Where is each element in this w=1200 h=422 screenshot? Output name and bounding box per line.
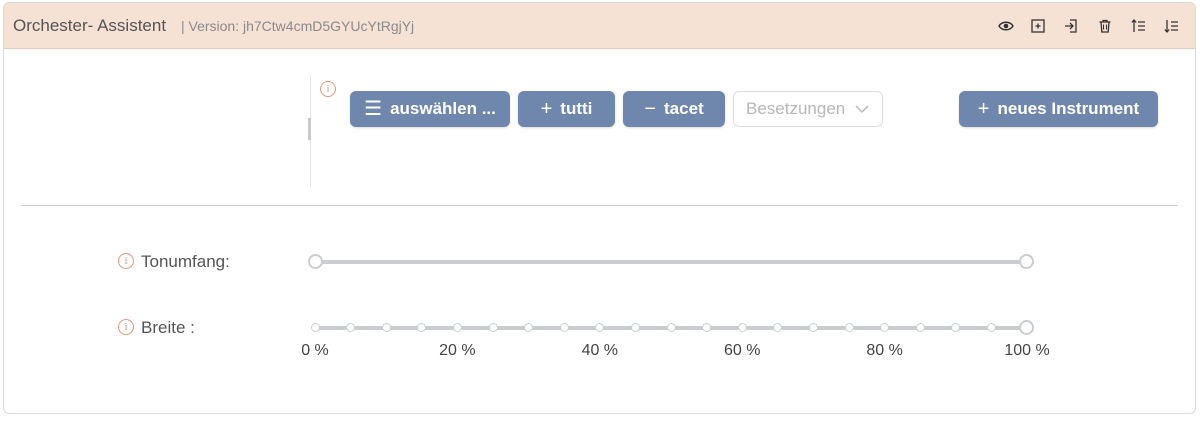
breite-label: Breite : [141, 318, 195, 337]
panel-header: Orchester- Assistent | Version: jh7Ctw4c… [4, 3, 1195, 49]
breite-step-dot[interactable] [524, 323, 534, 332]
tutti-button-label: tutti [560, 99, 593, 118]
besetzungen-placeholder: Besetzungen [746, 99, 846, 118]
sort-descending-icon[interactable] [1162, 17, 1180, 35]
select-button-label: auswählen ... [390, 99, 496, 118]
list-icon: ☰ [364, 98, 383, 120]
plus-icon: + [540, 98, 553, 120]
breite-handle[interactable] [1019, 320, 1034, 335]
breite-step-dot[interactable] [915, 323, 925, 332]
info-icon[interactable]: i [320, 81, 336, 97]
info-icon[interactable]: i [118, 319, 134, 335]
breite-step-dot[interactable] [844, 323, 854, 332]
resize-handle[interactable] [308, 118, 311, 140]
breite-step-dot[interactable] [595, 323, 605, 332]
eye-icon[interactable] [997, 17, 1015, 35]
breite-tick-label: 100 % [1004, 342, 1050, 359]
new-instrument-button[interactable]: + neues Instrument [959, 91, 1158, 127]
trash-icon[interactable] [1096, 17, 1114, 35]
breite-step-dot[interactable] [417, 323, 427, 332]
chevron-down-icon [855, 99, 869, 119]
add-box-icon[interactable] [1029, 17, 1047, 35]
breite-step-dot[interactable] [630, 323, 640, 332]
breite-step-dot[interactable] [880, 323, 890, 332]
orchestra-assistant-panel: Orchester- Assistent | Version: jh7Ctw4c… [3, 2, 1196, 414]
breite-step-dot[interactable] [381, 323, 391, 332]
panel-title: Orchester- Assistent [13, 16, 167, 35]
breite-tick-label: 40 % [581, 342, 619, 359]
breite-step-dot[interactable] [452, 323, 462, 332]
breite-step-dot[interactable] [702, 323, 712, 332]
breite-step-dot[interactable] [986, 323, 996, 332]
tonumfang-label: Tonumfang: [141, 252, 230, 271]
section-divider [21, 205, 1178, 206]
breite-tick-label: 0 % [301, 342, 329, 359]
breite-step-dot[interactable] [310, 323, 320, 332]
sort-ascending-icon[interactable] [1129, 17, 1147, 35]
tonumfang-slider-track[interactable] [315, 260, 1027, 264]
tonumfang-min-handle[interactable] [308, 254, 323, 269]
breite-tick-label: 80 % [866, 342, 903, 359]
tutti-button[interactable]: + tutti [518, 91, 615, 127]
breite-step-dot[interactable] [666, 323, 676, 332]
version-label: | Version: jh7Ctw4cmD5GYUcYtRgjYj [181, 18, 415, 34]
breite-step-dot[interactable] [773, 323, 783, 332]
breite-tick-label: 20 % [439, 342, 476, 359]
minus-icon: − [644, 98, 656, 120]
tacet-button-label: tacet [664, 99, 704, 118]
breite-step-dot[interactable] [346, 323, 356, 332]
import-icon[interactable] [1062, 17, 1080, 35]
breite-step-dot[interactable] [737, 323, 747, 332]
breite-step-dot[interactable] [808, 323, 818, 332]
breite-step-dot[interactable] [559, 323, 569, 332]
select-button[interactable]: ☰ auswählen ... [350, 91, 510, 127]
tonumfang-max-handle[interactable] [1019, 254, 1034, 269]
breite-step-dot[interactable] [488, 323, 498, 332]
new-instrument-label: neues Instrument [997, 99, 1140, 118]
plus-icon: + [977, 98, 990, 120]
breite-step-dot[interactable] [951, 323, 961, 332]
besetzungen-select[interactable]: Besetzungen [733, 91, 883, 127]
info-icon[interactable]: i [118, 253, 134, 269]
tacet-button[interactable]: − tacet [623, 91, 725, 127]
breite-tick-label: 60 % [723, 342, 761, 359]
